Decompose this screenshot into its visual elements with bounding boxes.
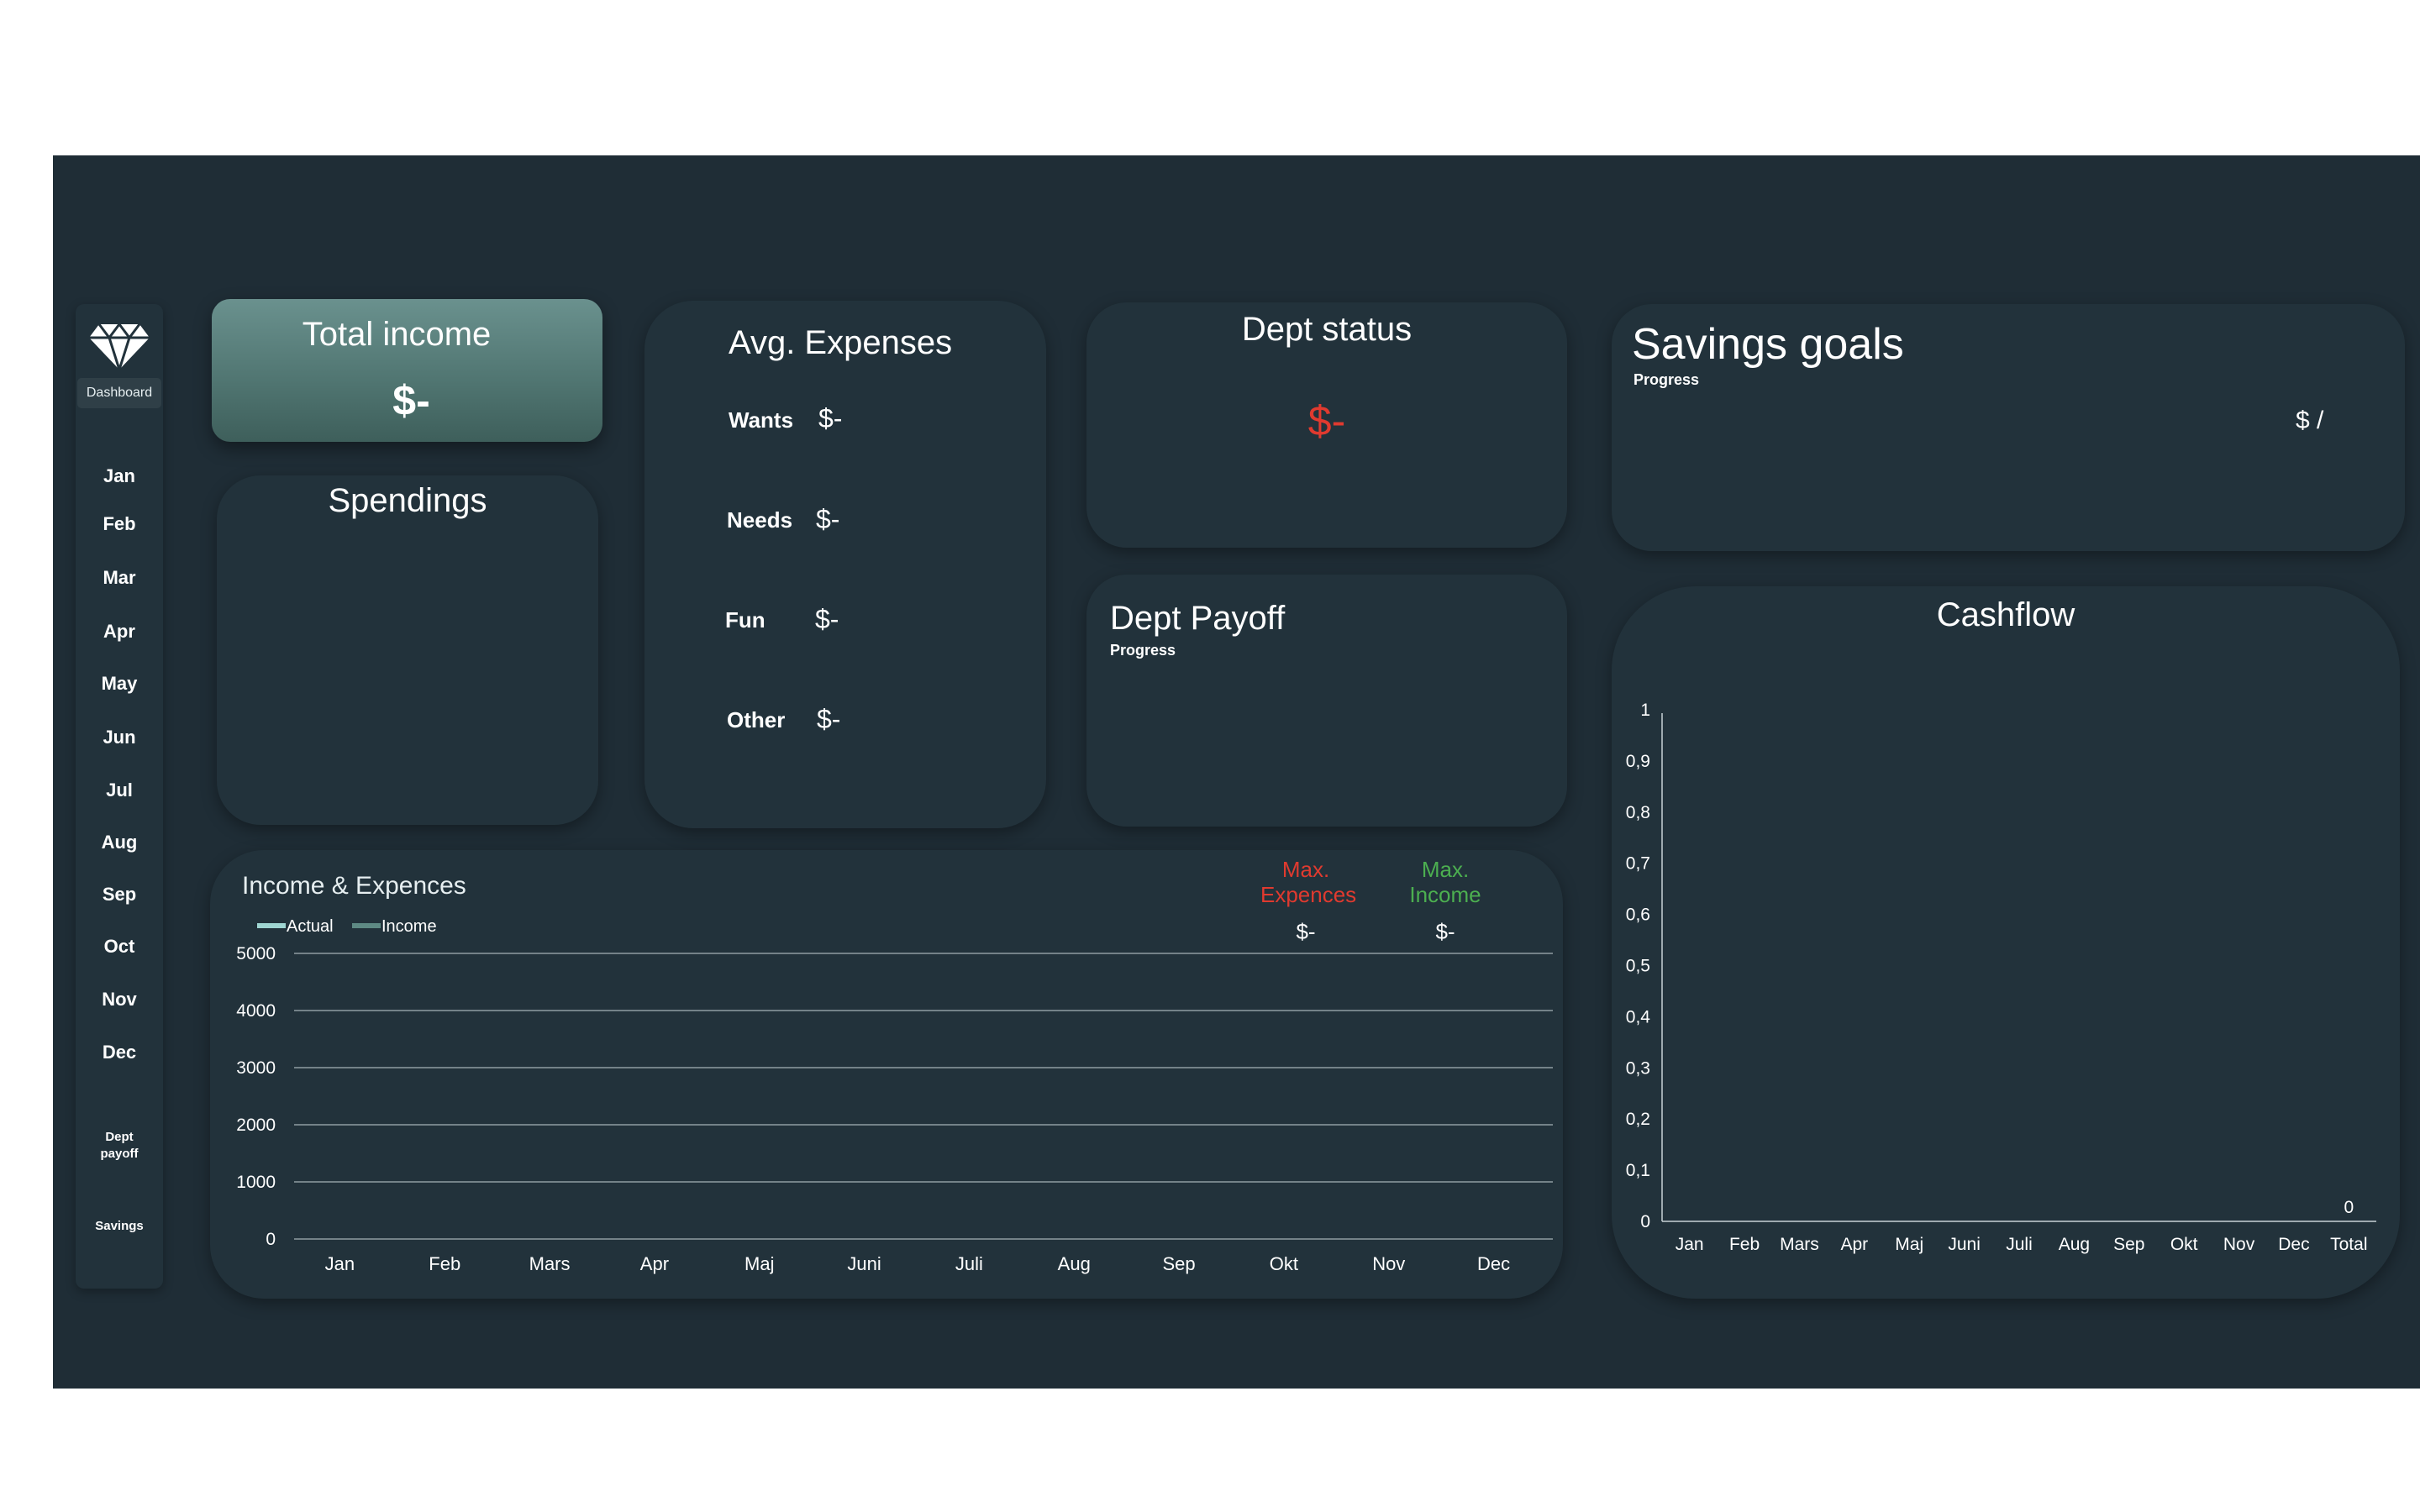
legend-label-actual: Actual <box>287 917 334 936</box>
x-tick-label: Sep <box>2113 1235 2144 1254</box>
x-tick-label: Juli <box>955 1253 983 1274</box>
sidebar-item-aug[interactable]: Aug <box>76 832 163 853</box>
sidebar-item-dept-payoff-line2: payoff <box>100 1147 139 1161</box>
dept-payoff-card: Dept Payoff Progress <box>1086 575 1567 827</box>
x-tick-label: Apr <box>640 1253 669 1274</box>
y-tick-label: 0 <box>1640 1212 1650 1231</box>
sidebar-item-nov[interactable]: Nov <box>76 989 163 1011</box>
savings-goals-card: Savings goals Progress $ / <box>1612 304 2405 551</box>
diamond-icon[interactable] <box>87 321 151 371</box>
y-tick-label: 0 <box>266 1230 276 1249</box>
x-tick-label: Feb <box>429 1253 460 1274</box>
dept-payoff-progress-label: Progress <box>1110 642 1176 659</box>
dept-status-card: Dept status $- <box>1086 302 1567 548</box>
x-tick-label: Maj <box>744 1253 774 1274</box>
total-income-card: Total income $- <box>212 299 602 442</box>
sidebar-item-dashboard[interactable]: Dashboard <box>77 378 161 408</box>
x-tick-label: Apr <box>1841 1235 1869 1254</box>
y-tick-label: 0,5 <box>1626 957 1650 976</box>
x-tick-label: Feb <box>1729 1235 1760 1254</box>
y-tick-label: 3000 <box>236 1058 276 1078</box>
y-tick-label: 2000 <box>236 1116 276 1135</box>
savings-goals-progress-label: Progress <box>1634 371 1700 388</box>
y-tick-label: 0,4 <box>1626 1007 1651 1026</box>
x-tick-label: Dec <box>1477 1253 1510 1274</box>
y-tick-label: 0,6 <box>1626 906 1650 925</box>
x-tick-label: Okt <box>1270 1253 1298 1274</box>
x-tick-label: Mars <box>529 1253 571 1274</box>
sidebar-item-savings[interactable]: Savings <box>76 1218 163 1235</box>
sidebar-item-may[interactable]: May <box>76 673 163 695</box>
y-tick-label: 0,2 <box>1626 1110 1650 1129</box>
x-tick-label: Mars <box>1780 1235 1819 1254</box>
sidebar-item-dec[interactable]: Dec <box>76 1042 163 1063</box>
y-tick-label: 1000 <box>236 1173 276 1192</box>
y-tick-label: 5000 <box>236 944 276 963</box>
expense-value-fun: $- <box>815 604 839 634</box>
data-label: 0 <box>2344 1198 2354 1217</box>
x-tick-label: Nov <box>2223 1235 2255 1254</box>
cashflow-chart: 0 0,1 0,2 0,3 0,4 0,5 0,6 0,7 0,8 0,9 1 Jan Feb Mars A… <box>1626 701 2376 1254</box>
x-tick-label: Aug <box>1058 1253 1091 1274</box>
expense-value-other: $- <box>817 704 841 734</box>
expense-label-fun: Fun <box>725 607 765 633</box>
x-tick-label: Maj <box>1895 1235 1923 1254</box>
expense-label-other: Other <box>727 707 786 732</box>
spendings-title: Spendings <box>328 482 487 519</box>
y-tick-label: 0,1 <box>1626 1161 1650 1180</box>
dept-payoff-title: Dept Payoff <box>1110 600 1286 637</box>
dept-status-title: Dept status <box>1241 311 1413 348</box>
total-income-value: $- <box>392 377 430 424</box>
savings-goals-value: $ / <box>2296 407 2324 434</box>
x-tick-label: Nov <box>1372 1253 1405 1274</box>
x-tick-label: Jan <box>325 1253 355 1274</box>
y-tick-label: 1 <box>1640 701 1650 720</box>
y-tick-label: 4000 <box>236 1001 276 1021</box>
cashflow-card: Cashflow 0 0,1 0,2 0,3 0,4 0,5 0,6 0,7 0,8 0,9 1 Ja… <box>1612 586 2400 1299</box>
sidebar-item-jul[interactable]: Jul <box>76 780 163 801</box>
sidebar-item-apr[interactable]: Apr <box>76 621 163 643</box>
sidebar-item-mar[interactable]: Mar <box>76 567 163 589</box>
sidebar-item-feb[interactable]: Feb <box>76 513 163 535</box>
y-tick-label: 0,3 <box>1626 1058 1650 1078</box>
spendings-card: Spendings <box>217 475 598 825</box>
avg-expenses-card: Avg. Expenses Wants $- Needs $- Fun $- O… <box>644 301 1046 828</box>
y-tick-label: 0,7 <box>1626 854 1650 874</box>
sidebar-item-oct[interactable]: Oct <box>76 936 163 958</box>
sidebar-item-jan[interactable]: Jan <box>76 465 163 487</box>
expense-value-wants: $- <box>818 403 843 433</box>
x-tick-label: Jan <box>1676 1235 1704 1254</box>
y-tick-label: 0,9 <box>1626 752 1650 771</box>
dept-status-value: $- <box>1307 397 1346 444</box>
total-income-title: Total income <box>302 316 492 353</box>
x-tick-label: Juni <box>1948 1235 1981 1254</box>
sidebar-item-sep[interactable]: Sep <box>76 884 163 906</box>
income-expences-chart: 0 1000 2000 3000 4000 5000 Jan Feb Mars Apr Maj Jun… <box>236 917 1553 1274</box>
x-tick-label: Okt <box>2170 1235 2198 1254</box>
x-tick-label: Sep <box>1163 1253 1196 1274</box>
savings-goals-title: Savings goals <box>1632 320 1904 369</box>
sidebar-item-jun[interactable]: Jun <box>76 727 163 748</box>
sidebar-item-dept-payoff[interactable]: Dept payoff <box>76 1129 163 1163</box>
x-tick-label: Juni <box>847 1253 881 1274</box>
x-tick-label: Juli <box>2006 1235 2033 1254</box>
expense-value-needs: $- <box>816 504 840 534</box>
y-tick-label: 0,8 <box>1626 803 1650 822</box>
sidebar-item-dept-payoff-line1: Dept <box>105 1130 134 1144</box>
legend-label-income: Income <box>381 917 437 936</box>
sidebar-nav: Dashboard Jan Feb Mar Apr May Jun Jul Au… <box>76 304 163 1289</box>
expense-label-wants: Wants <box>729 407 794 433</box>
expense-label-needs: Needs <box>727 507 793 533</box>
x-tick-label: Aug <box>2059 1235 2090 1254</box>
x-tick-label: Total <box>2330 1235 2367 1254</box>
income-expences-card: Income & Expences Max. Expences $- Max. … <box>210 850 1563 1299</box>
avg-expenses-title: Avg. Expenses <box>729 324 953 361</box>
x-tick-label: Dec <box>2278 1235 2309 1254</box>
